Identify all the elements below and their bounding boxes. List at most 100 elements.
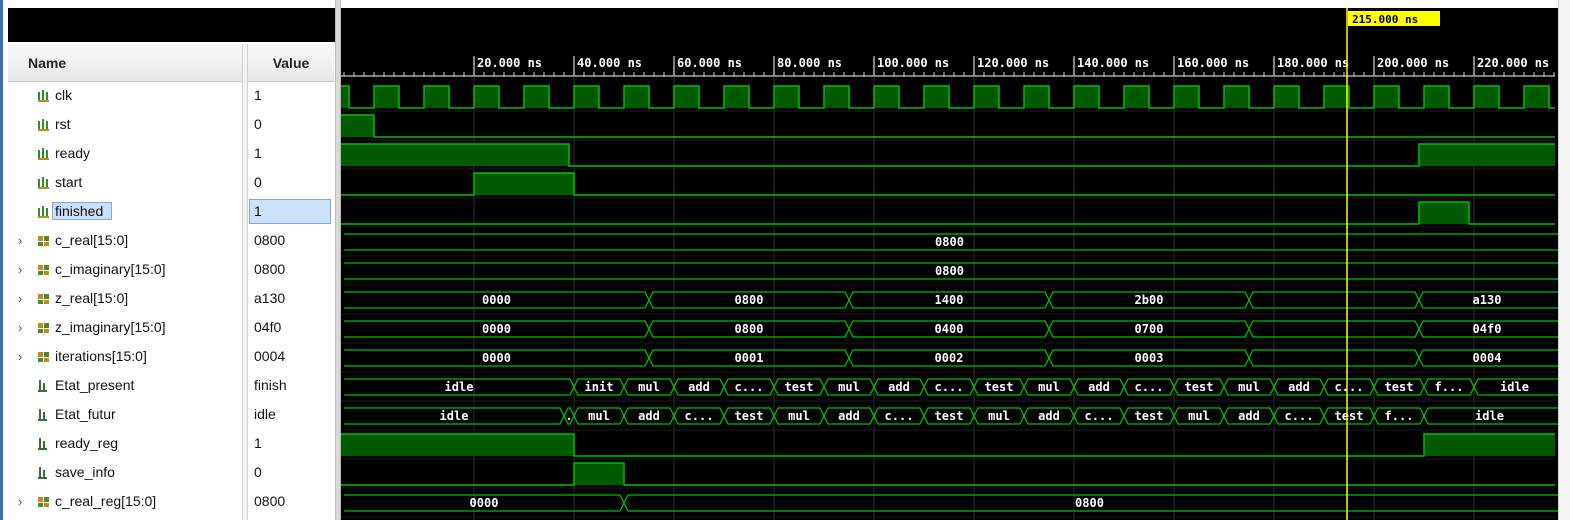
bit-high-fill — [341, 144, 569, 166]
signal-row[interactable]: finished 1 — [8, 198, 334, 227]
bus-value-label: c... — [1335, 380, 1364, 394]
expand-chevron-icon[interactable]: › — [18, 320, 22, 335]
clock-high-fill — [724, 86, 749, 108]
bus-signal-icon — [38, 320, 50, 334]
bus-value-label: 0400 — [935, 322, 964, 336]
window-border — [0, 0, 3, 520]
signal-row[interactable]: › c_real_reg[15:0] 0800 — [8, 488, 334, 517]
bus-value-label: c... — [1135, 380, 1164, 394]
clock-high-fill — [874, 86, 899, 108]
bus-value-label: 0800 — [735, 293, 764, 307]
bus-value-label: a130 — [1473, 293, 1502, 307]
bus-value-label: c... — [685, 409, 714, 423]
signal-value: 0800 — [254, 232, 286, 248]
clock-high-fill — [374, 86, 399, 108]
signal-value: 1 — [254, 145, 262, 161]
expand-chevron-icon[interactable]: › — [18, 262, 22, 277]
time-tick-label: 160.000 ns — [1177, 56, 1249, 70]
bus-value-label: add — [838, 409, 860, 423]
signal-name: start — [55, 174, 83, 190]
bus-value-label: 2b00 — [1135, 293, 1164, 307]
bus-value-label: mul — [588, 409, 610, 423]
clock-high-fill — [1374, 86, 1399, 108]
signal-row[interactable]: rst 0 — [8, 111, 334, 140]
bus-value-label: test — [1185, 380, 1214, 394]
bit-high-fill — [1419, 144, 1555, 166]
bus-value-label: 0800 — [935, 264, 964, 278]
signal-row[interactable]: save_info 0 — [8, 459, 334, 488]
state-signal-icon — [38, 407, 50, 421]
bus-value-label: 0002 — [935, 351, 964, 365]
clock-high-fill — [924, 86, 949, 108]
signal-row[interactable]: › c_real[15:0] 0800 — [8, 227, 334, 256]
signal-row[interactable]: Etat_present finish — [8, 372, 334, 401]
signal-value: finish — [254, 377, 287, 393]
bit-signal-icon — [38, 117, 50, 131]
clock-high-fill — [774, 86, 799, 108]
signal-name: c_real_reg[15:0] — [55, 493, 157, 509]
bus-value-label: c... — [1085, 409, 1114, 423]
waveform-viewer[interactable]: 20.000 ns 40.000 ns 60.000 ns 80.000 ns 100.… — [341, 8, 1558, 520]
signal-row[interactable]: › z_imaginary[15:0] 04f0 — [8, 314, 334, 343]
bus-value-label: test — [985, 380, 1014, 394]
clock-high-fill — [674, 86, 699, 108]
signal-row[interactable]: clk 1 — [8, 82, 334, 111]
name-column-header[interactable]: Name — [8, 44, 242, 82]
expand-chevron-icon[interactable]: › — [18, 494, 22, 509]
signal-value: 1 — [254, 203, 262, 219]
bus-value-label: idle — [1475, 409, 1504, 423]
bus-value-label: mul — [988, 409, 1010, 423]
bus-value-label: 0000 — [482, 293, 511, 307]
signal-name: finished — [51, 202, 113, 220]
bus-value-label: test — [1135, 409, 1164, 423]
bus-signal-icon — [38, 233, 50, 247]
signal-name: c_real[15:0] — [55, 232, 129, 248]
time-tick-label: 100.000 ns — [877, 56, 949, 70]
bus-value-label: 0800 — [935, 235, 964, 249]
state-signal-icon — [38, 465, 50, 479]
signal-row[interactable]: start 0 — [8, 169, 334, 198]
time-tick-label: 200.000 ns — [1377, 56, 1449, 70]
signal-row[interactable]: ready 1 — [8, 140, 334, 169]
signal-name: iterations[15:0] — [55, 348, 147, 364]
signal-row[interactable]: › z_real[15:0] a130 — [8, 285, 334, 314]
time-tick-label: 140.000 ns — [1077, 56, 1149, 70]
bus-value-label: 0001 — [735, 351, 764, 365]
bus-value-label: init — [585, 380, 614, 394]
bus-signal-icon — [38, 262, 50, 276]
clock-high-fill — [574, 86, 599, 108]
bus-value-label: 0000 — [470, 496, 499, 510]
signal-row[interactable]: Etat_futur idle — [8, 401, 334, 430]
signal-value: 0800 — [254, 261, 286, 277]
bus-value-label: 0003 — [1135, 351, 1164, 365]
signal-name: ready_reg — [55, 435, 119, 451]
bit-signal-icon — [38, 146, 50, 160]
clock-high-fill — [474, 86, 499, 108]
bus-value-label: f... — [1435, 380, 1464, 394]
bus-signal-icon — [38, 291, 50, 305]
waveform-canvas[interactable]: 20.000 ns 40.000 ns 60.000 ns 80.000 ns 100.… — [341, 8, 1558, 520]
clock-high-fill — [1174, 86, 1199, 108]
expand-chevron-icon[interactable]: › — [18, 349, 22, 364]
value-column-header[interactable]: Value — [248, 44, 334, 82]
bit-high-fill — [341, 115, 374, 137]
bit-high-fill — [474, 173, 574, 195]
bus-value-label: add — [1088, 380, 1110, 394]
signal-row[interactable]: › iterations[15:0] 0004 — [8, 343, 334, 372]
signal-row[interactable]: › c_imaginary[15:0] 0800 — [8, 256, 334, 285]
bus-value-label: test — [735, 409, 764, 423]
vertical-scrollbar[interactable] — [1558, 0, 1570, 520]
bus-value-label: mul — [1188, 409, 1210, 423]
bus-value-label: mul — [638, 380, 660, 394]
bit-signal-icon — [38, 204, 50, 218]
expand-chevron-icon[interactable]: › — [18, 291, 22, 306]
signal-row[interactable]: ready_reg 1 — [8, 430, 334, 459]
signal-name: rst — [55, 116, 71, 132]
bus-value-label: 04f0 — [1473, 322, 1502, 336]
expand-chevron-icon[interactable]: › — [18, 233, 22, 248]
bus-value-label: f... — [1385, 409, 1414, 423]
bus-value-label: test — [785, 380, 814, 394]
cursor-time-label: 215.000 ns — [1352, 13, 1418, 26]
bus-value-label: 0000 — [482, 351, 511, 365]
signal-value: 0 — [254, 174, 262, 190]
